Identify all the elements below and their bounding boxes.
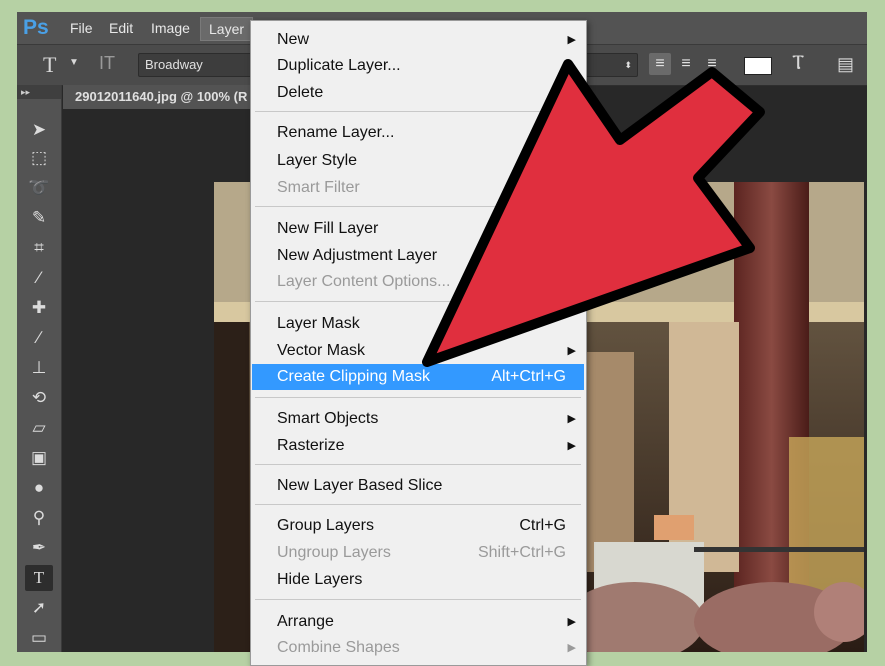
red-arrow-annotation xyxy=(422,59,765,367)
arrow-shape xyxy=(422,59,765,367)
